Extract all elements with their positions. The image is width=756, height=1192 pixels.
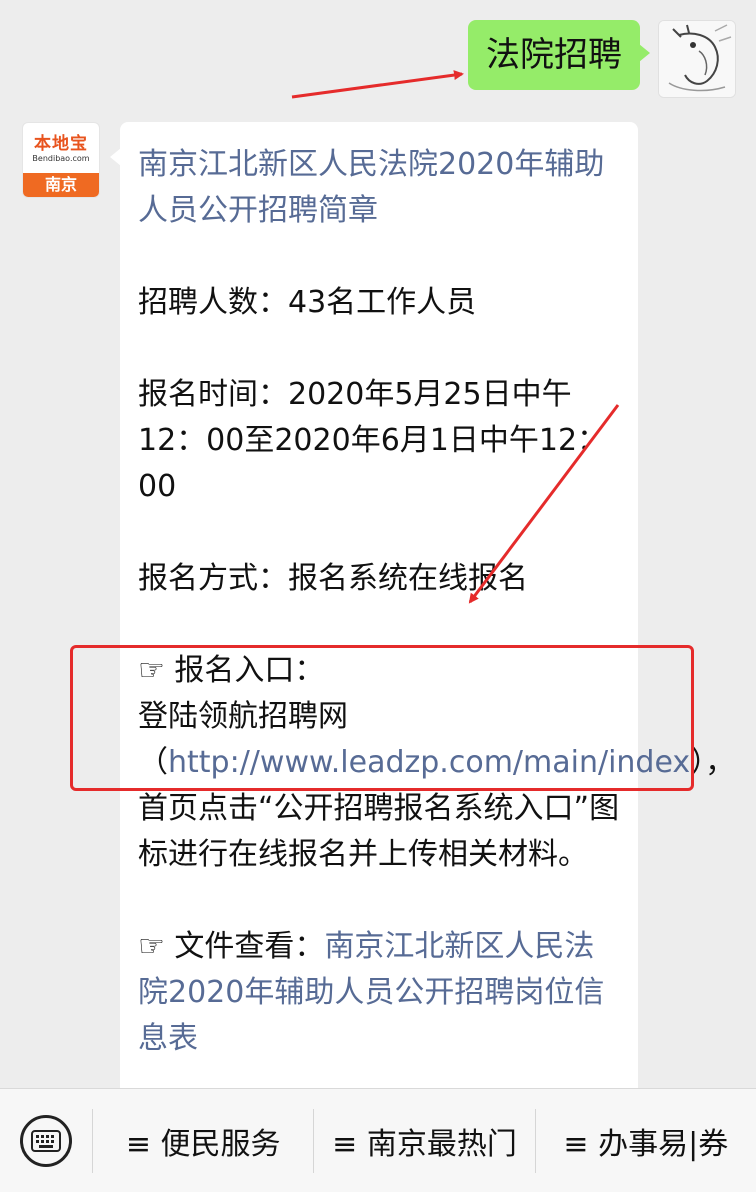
leadzp-url-link[interactable]: http://www.leadzp.com/main/index (168, 745, 690, 780)
outgoing-message-row: 法院招聘 (468, 20, 736, 98)
user-avatar[interactable] (658, 20, 736, 98)
bendibao-avatar[interactable]: 本地宝 Bendibao.com 南京 (22, 122, 100, 198)
announcement-title-link[interactable]: 南京江北新区人民法院2020年辅助人员公开招聘简章 (138, 147, 604, 228)
documents-label: ☞ 文件查看： (138, 929, 325, 964)
signup-method-text: 报名方式：报名系统在线报名 (138, 561, 528, 596)
chat-screen: 法院招聘 本地宝 Bendibao.com 南京 南京江北新区人民法院2020年… (0, 0, 756, 1192)
sketch-avatar-icon (659, 21, 735, 97)
arrow-to-outgoing-message (291, 70, 464, 99)
logo-brand: 本地宝 (34, 134, 88, 154)
signup-entry-label: ☞ 报名入口： (138, 653, 325, 688)
logo-domain: Bendibao.com (32, 154, 90, 163)
keyboard-toggle-button[interactable] (0, 1089, 92, 1192)
incoming-message-bubble: 南京江北新区人民法院2020年辅助人员公开招聘简章 招聘人数：43名工作人员 报… (110, 122, 735, 1102)
logo-city: 南京 (23, 173, 99, 197)
bendibao-logo: 本地宝 Bendibao.com (23, 123, 99, 175)
title-paragraph: 南京江北新区人民法院2020年辅助人员公开招聘简章 (138, 142, 620, 234)
menu-item-nanjing-hottest[interactable]: ≡ 南京最热门 (313, 1108, 534, 1173)
documents-paragraph: ☞ 文件查看：南京江北新区人民法院2020年辅助人员公开招聘岗位信息表 (138, 924, 620, 1062)
signup-entry-paragraph: ☞ 报名入口： 登陆领航招聘网（http://www.leadzp.com/ma… (138, 648, 735, 878)
recruit-count-text: 招聘人数：43名工作人员 (138, 285, 477, 320)
outgoing-message-bubble[interactable]: 法院招聘 (468, 20, 650, 90)
menu-item-affairs-coupons[interactable]: ≡ 办事易|券 (534, 1108, 756, 1173)
signup-time-text: 报名时间：2020年5月25日中午12：00至2020年6月1日中午12：00 (138, 377, 608, 504)
keyboard-icon (20, 1114, 72, 1167)
incoming-message-row: 本地宝 Bendibao.com 南京 南京江北新区人民法院2020年辅助人员公… (22, 122, 735, 1102)
bottom-menu-bar: ≡ 便民服务 ≡ 南京最热门 ≡ 办事易|券 (0, 1088, 756, 1192)
menu-item-convenience-services[interactable]: ≡ 便民服务 (92, 1108, 313, 1173)
